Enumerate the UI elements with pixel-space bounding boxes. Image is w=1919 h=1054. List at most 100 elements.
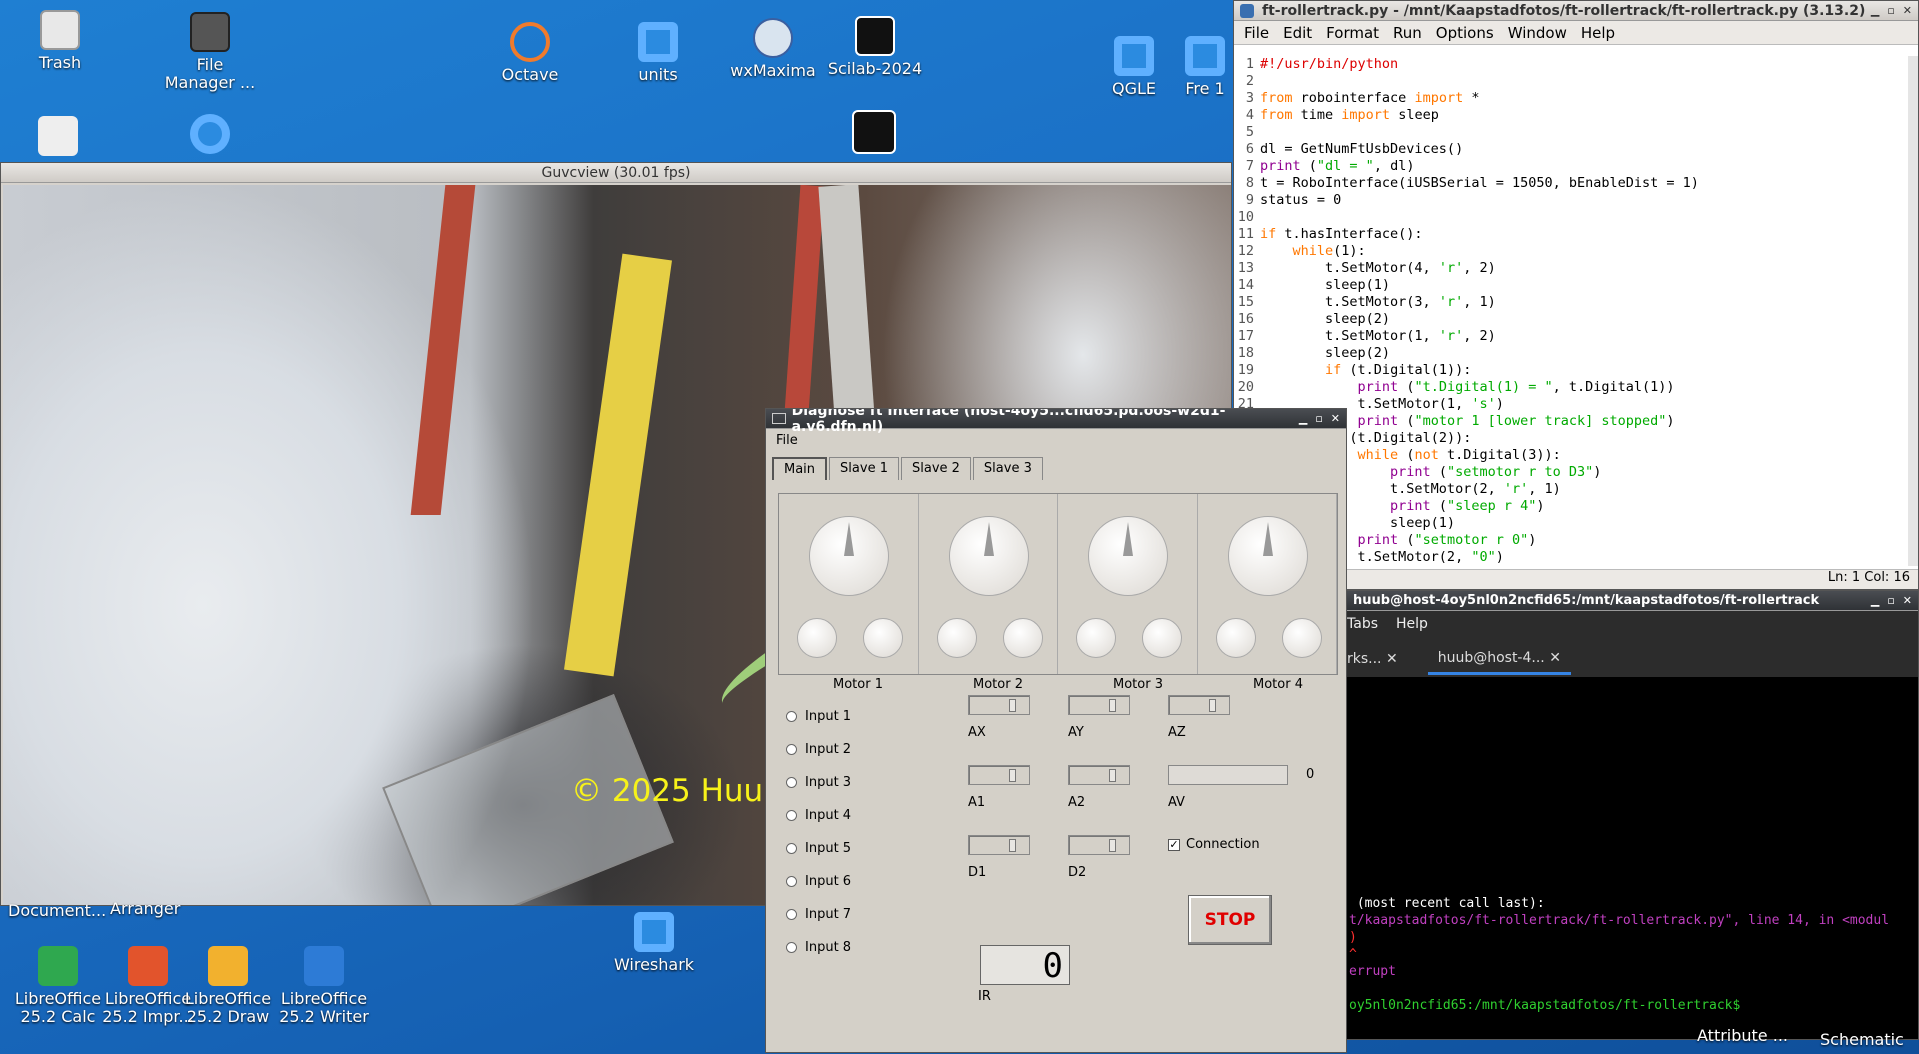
desktop-icon-wxmaxima[interactable]: wxMaxima (725, 18, 821, 80)
tab-main[interactable]: Main (772, 457, 828, 480)
menu-run[interactable]: Run (1393, 24, 1422, 42)
window-title: Diagnose ft Interface (host-4oy5...cfid6… (791, 408, 1226, 435)
desktop-icon-impress[interactable]: LibreOffice 25.2 Impr... (102, 946, 194, 1026)
menu-tabs[interactable]: Tabs (1347, 616, 1378, 632)
input-7-radio[interactable]: Input 7 (786, 907, 851, 922)
scilab-icon (855, 16, 895, 56)
input-8-radio[interactable]: Input 8 (786, 940, 851, 955)
input-3-radio[interactable]: Input 3 (786, 775, 851, 790)
close-icon[interactable]: ✕ (1386, 651, 1398, 667)
a1-slider[interactable] (968, 765, 1030, 785)
desktop-icon-trash[interactable]: Trash (12, 10, 108, 72)
maximize-icon[interactable]: ▫ (1315, 412, 1322, 425)
input-1-radio[interactable]: Input 1 (786, 709, 851, 724)
scilab-icon[interactable] (852, 110, 896, 154)
radio-icon[interactable] (786, 843, 797, 854)
desktop-icon-scilab[interactable]: Scilab-2024 (827, 16, 923, 78)
menu-file[interactable]: File (1244, 24, 1269, 42)
tab-slave-3[interactable]: Slave 3 (972, 457, 1043, 480)
speed-dial[interactable] (1088, 516, 1168, 596)
code-line: t.SetMotor(3, 'r', 1) (1260, 294, 1496, 310)
small-dial[interactable] (1142, 618, 1182, 658)
scrollbar[interactable] (1908, 56, 1918, 566)
desktop-icon-arranger[interactable]: Arranger (110, 900, 190, 918)
menu-help[interactable]: Help (1581, 24, 1615, 42)
window-titlebar[interactable]: Diagnose ft Interface (host-4oy5...cfid6… (766, 409, 1346, 435)
close-icon[interactable]: ✕ (1903, 594, 1912, 607)
desktop-icon-units[interactable]: units (610, 22, 706, 84)
tab-bar: Main Slave 1 Slave 2 Slave 3 (772, 457, 1043, 480)
minimize-icon[interactable]: ▁ (1299, 412, 1307, 425)
desktop-icon-wireshark[interactable]: Wireshark (606, 912, 702, 974)
tab-slave-1[interactable]: Slave 1 (829, 457, 899, 480)
d2-slider[interactable] (1068, 835, 1130, 855)
small-dial[interactable] (1281, 618, 1322, 658)
ax-slider[interactable] (968, 695, 1030, 715)
gear-icon[interactable] (190, 114, 230, 154)
minimize-icon[interactable]: ▁ (1871, 4, 1879, 17)
input-6-radio[interactable]: Input 6 (786, 874, 851, 889)
connection-checkbox[interactable]: ✓ Connection (1168, 837, 1260, 852)
window-titlebar[interactable]: Guvcview (30.01 fps) (1, 163, 1231, 183)
close-icon[interactable]: ✕ (1549, 650, 1561, 666)
radio-icon[interactable] (786, 942, 797, 953)
d1-slider[interactable] (968, 835, 1030, 855)
close-icon[interactable]: ✕ (1331, 412, 1340, 425)
speed-dial[interactable] (809, 516, 889, 596)
radio-icon[interactable] (786, 810, 797, 821)
tab-active[interactable]: huub@host-4... ✕ (1427, 644, 1571, 675)
desktop-icon-file-manager[interactable]: File Manager ... (162, 12, 258, 92)
terminal-output[interactable]: (most recent call last): t/kaapstadfotos/… (1347, 677, 1918, 1039)
menu-window[interactable]: Window (1508, 24, 1567, 42)
az-slider[interactable] (1168, 695, 1230, 715)
small-dial[interactable] (1076, 618, 1116, 658)
desktop-icon-calc[interactable]: LibreOffice 25.2 Calc (12, 946, 104, 1026)
desktop-icon-octave[interactable]: Octave (482, 22, 578, 84)
window-titlebar[interactable]: huub@host-4oy5nl0n2ncfid65:/mnt/kaapstad… (1347, 591, 1918, 611)
tab-slave-2[interactable]: Slave 2 (900, 457, 971, 480)
stop-button[interactable]: STOP (1188, 895, 1272, 945)
line-number: 8 (1245, 175, 1254, 191)
diagnose-window[interactable]: Diagnose ft Interface (host-4oy5...cfid6… (765, 408, 1347, 1053)
desktop-icon-draw[interactable]: LibreOffice 25.2 Draw (182, 946, 274, 1026)
input-4-radio[interactable]: Input 4 (786, 808, 851, 823)
desktop-icon-partial[interactable]: Fre 1 (1180, 36, 1230, 98)
small-dial[interactable] (797, 618, 837, 658)
menu-help[interactable]: Help (1396, 616, 1428, 632)
radio-icon[interactable] (786, 876, 797, 887)
desktop-icon-schematic[interactable]: Schematic (1820, 1030, 1904, 1049)
input-5-radio[interactable]: Input 5 (786, 841, 851, 856)
maximize-icon[interactable]: ▫ (1887, 4, 1894, 17)
window-titlebar[interactable]: ft-rollertrack.py - /mnt/Kaapstadfotos/f… (1234, 1, 1918, 21)
tab-other[interactable]: rks... ✕ (1347, 651, 1398, 667)
desktop-icon-qgle[interactable]: QGLE (1086, 36, 1182, 98)
desktop-icon-document[interactable]: Document... (8, 902, 118, 920)
small-dial[interactable] (863, 618, 903, 658)
input-2-radio[interactable]: Input 2 (786, 742, 851, 757)
radio-icon[interactable] (786, 744, 797, 755)
desktop-icon-writer[interactable]: LibreOffice 25.2 Writer (278, 946, 370, 1026)
radio-icon[interactable] (786, 909, 797, 920)
desktop-icon-attribute[interactable]: Attribute ... (1697, 1026, 1788, 1045)
maximize-icon[interactable]: ▫ (1887, 594, 1894, 607)
ay-slider[interactable] (1068, 695, 1130, 715)
small-dial[interactable] (936, 618, 977, 658)
menu-file[interactable]: File (776, 433, 798, 448)
motor-3-gauges (1058, 494, 1198, 674)
menu-format[interactable]: Format (1326, 24, 1379, 42)
a2-slider[interactable] (1068, 765, 1130, 785)
terminal-window[interactable]: huub@host-4oy5nl0n2ncfid65:/mnt/kaapstad… (1346, 590, 1919, 1040)
checkbox-icon[interactable]: ✓ (1168, 838, 1180, 851)
speed-dial[interactable] (1227, 516, 1308, 596)
close-icon[interactable]: ✕ (1903, 4, 1912, 17)
small-dial[interactable] (1215, 618, 1256, 658)
speed-dial[interactable] (948, 516, 1029, 596)
radio-icon[interactable] (786, 711, 797, 722)
minimize-icon[interactable]: ▁ (1871, 594, 1879, 607)
menu-options[interactable]: Options (1436, 24, 1494, 42)
menu-edit[interactable]: Edit (1283, 24, 1312, 42)
drive-icon[interactable] (38, 116, 78, 156)
radio-icon[interactable] (786, 777, 797, 788)
line-number: 10 (1237, 209, 1254, 225)
small-dial[interactable] (1002, 618, 1043, 658)
